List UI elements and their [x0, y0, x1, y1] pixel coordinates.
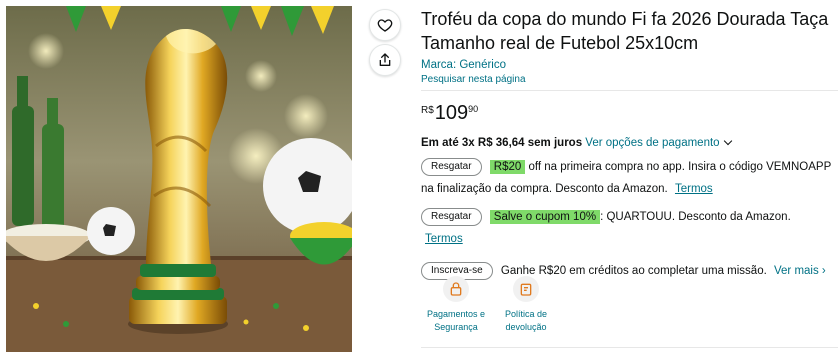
terms-link-1[interactable]: Termos	[675, 183, 713, 195]
coupon-text-2: : QUARTOUU. Desconto da Amazon.	[600, 211, 791, 223]
redeem-button-2[interactable]: Resgatar	[421, 207, 482, 226]
terms-link-2[interactable]: Termos	[425, 233, 463, 245]
payment-security-label: Pagamentos e Segurança	[426, 309, 486, 332]
price-fraction: 90	[468, 104, 479, 114]
product-details: Troféu da copa do mundo Fi fa 2026 Doura…	[421, 7, 838, 282]
return-policy-icon	[513, 276, 539, 302]
trophy-photo	[6, 6, 352, 352]
coupon-highlight-1: R$20	[489, 160, 526, 174]
product-title: Troféu da copa do mundo Fi fa 2026 Doura…	[421, 9, 829, 53]
installments-text: Em até 3x R$ 36,64 sem juros	[421, 137, 583, 149]
product-image[interactable]	[6, 6, 352, 352]
bottom-divider	[421, 347, 838, 348]
payment-security-icon	[443, 276, 469, 302]
feature-badges: Pagamentos e Segurança Política de devol…	[421, 276, 571, 346]
coupon-1: Resgatar R$20 off na primeira compra no …	[421, 156, 833, 200]
wishlist-button[interactable]	[369, 9, 401, 41]
return-policy-label: Política de devolução	[504, 309, 548, 332]
payment-options-label: Ver opções de pagamento	[585, 137, 720, 149]
payment-options-link[interactable]: Ver opções de pagamento	[585, 136, 732, 149]
coupon-text-1: off na primeira compra no app. Insira o …	[421, 161, 832, 195]
price-symbol: R$	[421, 105, 434, 116]
search-page-link[interactable]: Pesquisar nesta página	[421, 74, 833, 85]
price-whole: 109	[434, 102, 469, 124]
installments: Em até 3x R$ 36,64 sem juros Ver opções …	[421, 136, 833, 149]
coupon-highlight-2: Salve o cupom 10%	[489, 210, 601, 224]
redeem-button-1[interactable]: Resgatar	[421, 157, 482, 176]
see-more-link[interactable]: Ver mais ›	[774, 265, 826, 277]
brand-link[interactable]: Marca: Genérico	[421, 59, 833, 71]
share-icon	[379, 53, 391, 66]
coupon-2: Resgatar Salve o cupom 10%: QUARTOUU. De…	[421, 206, 833, 250]
chevron-down-icon	[723, 136, 732, 146]
return-policy-badge[interactable]: Política de devolução	[491, 276, 561, 334]
heart-icon	[377, 19, 393, 32]
share-button[interactable]	[369, 44, 401, 76]
payment-security-badge[interactable]: Pagamentos e Segurança	[421, 276, 491, 334]
price: R$ 109 90	[421, 102, 833, 124]
divider	[421, 90, 838, 91]
